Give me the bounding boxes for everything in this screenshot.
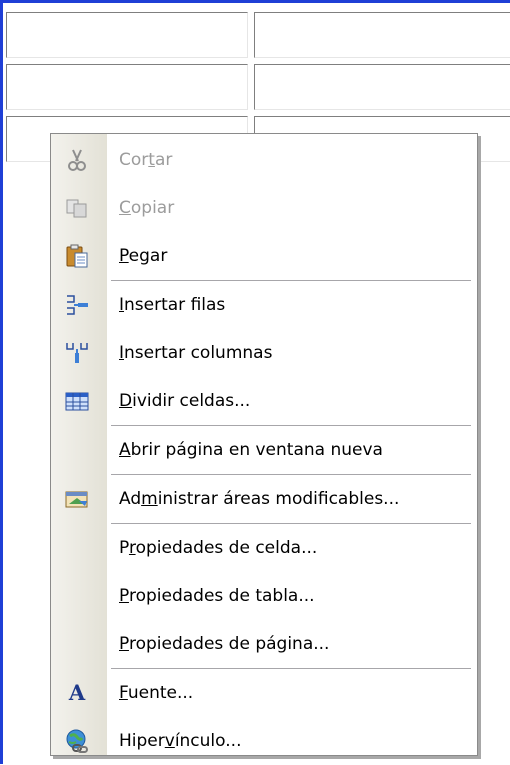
menu-item-font[interactable]: A Fuente... xyxy=(51,669,477,717)
menu-item-label: Fuente... xyxy=(119,683,194,703)
menu-item-label: Insertar filas xyxy=(119,295,226,315)
menu-item-split-cells[interactable]: Dividir celdas... xyxy=(51,377,477,425)
menu-item-hyperlink[interactable]: Hipervínculo... xyxy=(51,717,477,765)
menu-item-page-properties[interactable]: Propiedades de página... xyxy=(51,620,477,668)
menu-item-insert-columns[interactable]: Insertar columnas xyxy=(51,329,477,377)
table-cell[interactable] xyxy=(254,64,510,110)
menu-item-manage-editable-areas[interactable]: Administrar áreas modificables... xyxy=(51,475,477,523)
scissors-icon xyxy=(65,148,89,172)
menu-item-label: Dividir celdas... xyxy=(119,391,251,411)
copy-icon xyxy=(65,196,89,220)
hyperlink-icon xyxy=(65,729,89,753)
table-cell[interactable] xyxy=(6,12,248,58)
table-cell[interactable] xyxy=(254,12,510,58)
menu-item-open-in-new-window[interactable]: Abrir página en ventana nueva xyxy=(51,426,477,474)
menu-item-table-properties[interactable]: Propiedades de tabla... xyxy=(51,572,477,620)
window-left-border xyxy=(0,0,3,764)
menu-item-label: Administrar áreas modificables... xyxy=(119,489,400,509)
menu-item-copy[interactable]: Copiar xyxy=(51,184,477,232)
menu-item-cut[interactable]: Cortar xyxy=(51,136,477,184)
menu-item-label: Hipervínculo... xyxy=(119,731,242,751)
menu-item-label: Pegar xyxy=(119,246,168,266)
window-top-border xyxy=(0,0,510,3)
menu-item-label: Insertar columnas xyxy=(119,343,273,363)
insert-columns-icon xyxy=(65,341,89,365)
context-menu: Cortar Copiar Pegar Insertar filas Inser… xyxy=(50,133,478,756)
menu-item-label: Copiar xyxy=(119,198,175,218)
split-cells-icon xyxy=(65,389,89,413)
menu-item-cell-properties[interactable]: Propiedades de celda... xyxy=(51,524,477,572)
menu-item-label: Abrir página en ventana nueva xyxy=(119,440,383,460)
insert-rows-icon xyxy=(65,293,89,317)
table-cell[interactable] xyxy=(6,64,248,110)
paste-icon xyxy=(65,244,89,268)
menu-item-label: Propiedades de celda... xyxy=(119,538,318,558)
menu-item-insert-rows[interactable]: Insertar filas xyxy=(51,281,477,329)
manage-areas-icon xyxy=(65,487,89,511)
menu-item-label: Propiedades de tabla... xyxy=(119,586,315,606)
menu-item-paste[interactable]: Pegar xyxy=(51,232,477,280)
menu-item-label: Propiedades de página... xyxy=(119,634,330,654)
font-icon: A xyxy=(68,680,86,705)
menu-item-label: Cortar xyxy=(119,150,173,170)
